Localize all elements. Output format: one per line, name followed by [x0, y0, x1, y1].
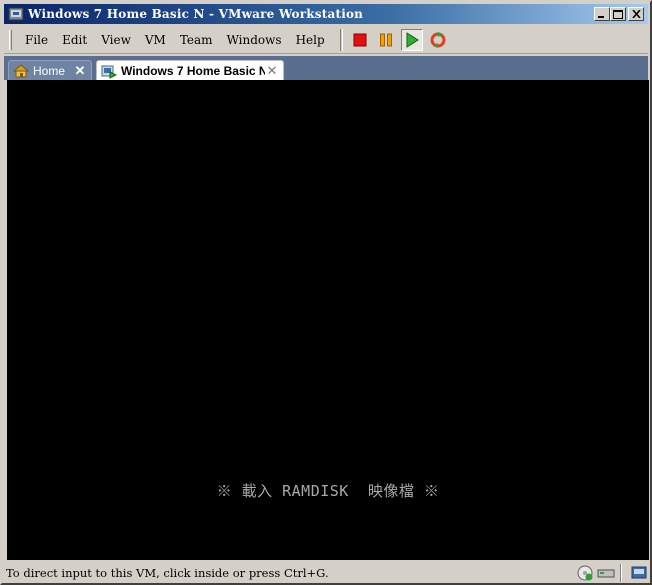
vmware-app-icon — [8, 6, 24, 22]
toolbar-grip[interactable] — [9, 29, 12, 50]
tab-home-close-icon[interactable]: ✕ — [73, 63, 87, 78]
tab-home[interactable]: Home ✕ — [8, 60, 92, 80]
vm-icon — [101, 63, 117, 79]
status-bar: To direct input to this VM, click inside… — [4, 562, 648, 583]
message-icon[interactable] — [630, 564, 648, 582]
play-icon — [406, 31, 419, 48]
menu-vm[interactable]: VM — [138, 30, 173, 50]
minimize-button[interactable] — [594, 7, 610, 21]
tab-vm-close-icon[interactable]: ✕ — [265, 63, 279, 78]
window-title: Windows 7 Home Basic N - VMware Workstat… — [28, 7, 364, 21]
close-button[interactable] — [628, 7, 644, 21]
pause-button[interactable] — [375, 29, 397, 51]
tab-home-label: Home — [33, 63, 66, 78]
home-icon — [13, 63, 29, 79]
menu-team[interactable]: Team — [173, 30, 220, 50]
title-bar[interactable]: Windows 7 Home Basic N - VMware Workstat… — [4, 4, 648, 24]
menu-help[interactable]: Help — [289, 30, 332, 50]
vmware-window: Windows 7 Home Basic N - VMware Workstat… — [0, 0, 652, 585]
tab-vm[interactable]: Windows 7 Home Basic N ✕ — [96, 60, 284, 80]
menu-file[interactable]: File — [18, 30, 55, 50]
maximize-button[interactable] — [610, 7, 626, 21]
power-off-button[interactable] — [349, 29, 371, 51]
cd-drive-icon[interactable] — [576, 564, 594, 582]
reset-button[interactable] — [427, 29, 449, 51]
boot-message: ※ 載入 RAMDISK 映像檔 ※ — [216, 482, 440, 500]
status-message: To direct input to this VM, click inside… — [6, 565, 329, 580]
vm-console[interactable]: ※ 載入 RAMDISK 映像檔 ※ — [7, 80, 649, 560]
tab-vm-label: Windows 7 Home Basic N — [121, 63, 265, 78]
menu-view[interactable]: View — [94, 30, 138, 50]
hard-disk-icon[interactable] — [597, 564, 615, 582]
tab-strip: Home ✕ Windows 7 Home Basic N ✕ — [4, 56, 648, 80]
menu-edit[interactable]: Edit — [55, 30, 94, 50]
status-separator — [620, 563, 622, 582]
menu-windows[interactable]: Windows — [220, 30, 289, 50]
power-off-icon — [353, 33, 367, 46]
reset-icon — [430, 31, 446, 48]
pause-icon — [379, 33, 392, 46]
menu-toolbar-row: File Edit View VM Team Windows Help — [4, 26, 648, 54]
power-on-button[interactable] — [400, 28, 423, 51]
toolbar-separator — [339, 28, 343, 51]
